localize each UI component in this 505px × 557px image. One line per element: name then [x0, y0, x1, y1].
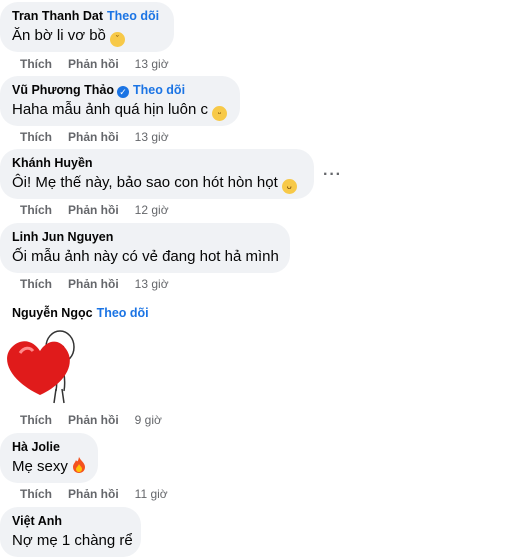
comment-text: Ối mẫu ảnh này có vẻ đang hot hả mình [12, 248, 279, 265]
comment-text: Haha mẫu ảnh quá hịn luôn c [12, 101, 208, 118]
reply-button[interactable]: Phản hồi [68, 57, 119, 71]
comment-bubble: Việt Anh Nợ mẹ 1 chàng rể [0, 507, 141, 557]
like-button[interactable]: Thích [20, 413, 52, 427]
comment-author[interactable]: Việt Anh [12, 513, 129, 529]
comment-author[interactable]: Tran Thanh Dat [12, 9, 103, 23]
verified-badge-icon: ✓ [116, 86, 129, 98]
comment-time[interactable]: 13 giờ [135, 130, 169, 144]
comment-author[interactable]: Khánh Huyền [12, 155, 302, 171]
comment-time[interactable]: 12 giờ [135, 203, 169, 217]
comment-time[interactable]: 13 giờ [135, 277, 169, 291]
comment-author[interactable]: Linh Jun Nguyen [12, 229, 278, 245]
comment-bubble: Tran Thanh Dat Theo dõi Ăn bờ li vơ bồ ˇ [0, 2, 174, 52]
more-options-icon[interactable]: ··· [323, 166, 342, 184]
comment-bubble: Khánh Huyền Ôi! Mẹ thế này, bảo sao con … [0, 149, 314, 199]
comment-bubble: Linh Jun Nguyen Ối mẫu ảnh này có vẻ đan… [0, 223, 290, 273]
comment-text: Ăn bờ li vơ bồ [12, 27, 106, 44]
like-button[interactable]: Thích [20, 203, 52, 217]
laughing-face-icon: ᵕ [211, 106, 227, 121]
follow-button[interactable]: Theo dõi [97, 306, 149, 320]
like-button[interactable]: Thích [20, 57, 52, 71]
comment-text: Mẹ sexy [12, 458, 68, 475]
like-button[interactable]: Thích [20, 130, 52, 144]
comment-bubble: Vũ Phương Thảo ✓ Theo dõi Haha mẫu ảnh quá… [0, 76, 240, 126]
comment-time[interactable]: 13 giờ [135, 57, 169, 71]
comment-actions: Thích Phản hồi 12 giờ [20, 203, 169, 217]
reply-button[interactable]: Phản hồi [68, 487, 119, 501]
comment-author[interactable]: Vũ Phương Thảo [12, 83, 114, 97]
heart-hug-sticker[interactable] [0, 325, 78, 407]
like-button[interactable]: Thích [20, 277, 52, 291]
comment-actions: Thích Phản hồi 13 giờ [20, 277, 169, 291]
reply-button[interactable]: Phản hồi [68, 277, 119, 291]
follow-button[interactable]: Theo dõi [133, 83, 185, 97]
comment-author[interactable]: Hà Jolie [12, 439, 86, 455]
comment-author[interactable]: Nguyễn Ngọc [12, 306, 93, 320]
reply-button[interactable]: Phản hồi [68, 130, 119, 144]
comment-actions: Thích Phản hồi 13 giờ [20, 57, 169, 71]
winking-tongue-face-icon: ᴗ [281, 179, 297, 194]
follow-button[interactable]: Theo dõi [107, 9, 159, 23]
comment-text: Ôi! Mẹ thế này, bảo sao con hót hòn họt [12, 174, 278, 191]
comment-time[interactable]: 9 giờ [135, 413, 162, 427]
reply-button[interactable]: Phản hồi [68, 203, 119, 217]
like-button[interactable]: Thích [20, 487, 52, 501]
comment-time[interactable]: 11 giờ [135, 487, 168, 501]
reply-button[interactable]: Phản hồi [68, 413, 119, 427]
comment-actions: Thích Phản hồi 11 giờ [20, 487, 168, 501]
comment-actions: Thích Phản hồi 13 giờ [20, 130, 169, 144]
fire-icon [72, 457, 85, 473]
comment-bubble: Hà Jolie Mẹ sexy [0, 433, 98, 483]
crying-face-icon: ˇ [109, 32, 125, 47]
comment-text: Nợ mẹ 1 chàng rể [12, 532, 133, 549]
comment-actions: Thích Phản hồi 9 giờ [20, 413, 162, 427]
